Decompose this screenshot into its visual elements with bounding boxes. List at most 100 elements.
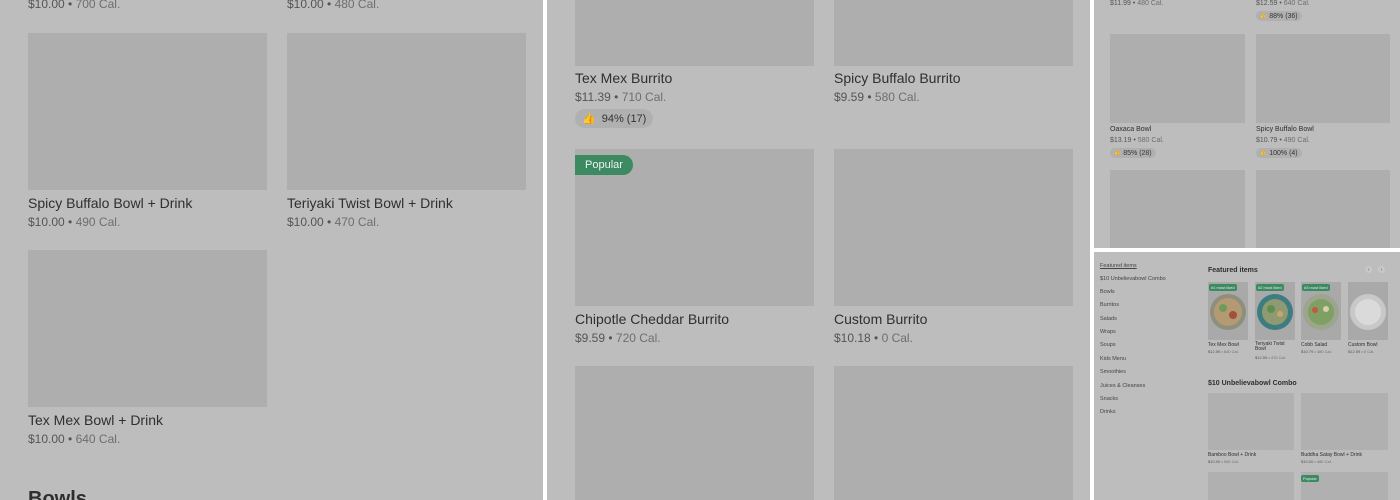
- item-name: Chipotle Cheddar Burrito: [575, 311, 730, 327]
- combo-heading: $10 Unbelievabowl Combo: [1208, 380, 1297, 387]
- empty-bowl-image: [1348, 282, 1388, 340]
- featured-item-card[interactable]: #2 most liked Teriyaki Twist Bowl $12.59…: [1255, 282, 1295, 360]
- burritos-panel: Tex Mex Burrito $11.39 • 710 Cal. 👍 94% …: [547, 0, 1090, 500]
- nav-drinks[interactable]: Drinks: [1100, 409, 1116, 415]
- item-image: [1301, 393, 1388, 450]
- carousel-next-button[interactable]: ›: [1378, 266, 1385, 273]
- item-meta: $10.79 • 480 Cal.: [1301, 349, 1332, 354]
- item-name: Teriyaki Twist Bowl + Drink: [287, 195, 453, 211]
- menu-item-card[interactable]: Spicy Buffalo Burrito $9.59 • 580 Cal.: [834, 0, 1073, 110]
- rating-badge: 👍 94% (17): [575, 109, 654, 128]
- rating-badge: 👍 100% (4): [1256, 148, 1302, 158]
- item-meta: $9.59 • 580 Cal.: [834, 90, 920, 104]
- item-meta: $10.79 • 490 Cal.: [1256, 137, 1310, 144]
- item-meta: $10.00 • 480 Cal.: [1301, 459, 1332, 464]
- item-name: Custom Bowl: [1348, 342, 1378, 348]
- menu-item-card[interactable]: Oaxaca Bowl $13.19 • 580 Cal. 👍 85% (28): [1110, 34, 1245, 159]
- combo-menu-panel: $10.00 • 700 Cal. $10.00 • 480 Cal. Spic…: [0, 0, 543, 500]
- item-meta: $10.00 • 640 Cal.: [28, 432, 121, 446]
- nav-combo[interactable]: $10 Unbelievabowl Combo: [1100, 276, 1166, 282]
- most-liked-badge: #1 most liked: [1209, 284, 1237, 291]
- featured-item-card[interactable]: #1 most liked Tex Mex Bowl $12.59 • 640 …: [1208, 282, 1248, 357]
- rating-badge: 👍 88% (36): [1256, 11, 1302, 21]
- item-name: Oaxaca Bowl: [1110, 126, 1152, 133]
- item-image[interactable]: [1256, 170, 1390, 248]
- section-heading-bowls: Bowls: [28, 488, 87, 500]
- item-meta: $13.19 • 580 Cal.: [1110, 137, 1164, 144]
- nav-snacks[interactable]: Snacks: [1100, 396, 1118, 402]
- most-liked-badge: #3 most liked: [1302, 284, 1330, 291]
- item-meta: $10.18 • 0 Cal.: [834, 331, 913, 345]
- nav-wraps[interactable]: Wraps: [1100, 329, 1116, 335]
- nav-kids-menu[interactable]: Kids Menu: [1100, 356, 1126, 362]
- item-image[interactable]: [1110, 170, 1245, 248]
- featured-items-heading: Featured items: [1208, 267, 1258, 274]
- item-name: Custom Burrito: [834, 311, 928, 327]
- item-image[interactable]: [834, 366, 1073, 500]
- item-meta: $12.59 • 470 Cal.: [1255, 355, 1286, 360]
- item-name: Spicy Buffalo Burrito: [834, 70, 961, 86]
- menu-item-card[interactable]: Tex Mex Burrito $11.39 • 710 Cal. 👍 94% …: [575, 0, 814, 130]
- thumbs-up-icon: 👍: [582, 113, 596, 125]
- item-image: [1110, 34, 1245, 123]
- nav-featured-items[interactable]: Featured items: [1100, 263, 1137, 269]
- item-image[interactable]: [1208, 472, 1294, 500]
- thumbs-up-icon: 👍: [1260, 13, 1267, 19]
- item-meta: $12.59 • 640 Cal.: [1208, 349, 1239, 354]
- item-name: Tex Mex Burrito: [575, 70, 673, 86]
- screenshot-collage: $10.00 • 700 Cal. $10.00 • 480 Cal. Spic…: [0, 0, 1400, 500]
- bowls-panel: $11.99 • 480 Cal. $12.59 • 640 Cal. 👍 88…: [1094, 0, 1400, 248]
- rating-badge: 👍 85% (28): [1110, 148, 1156, 158]
- nav-juices-cleanses[interactable]: Juices & Cleanses: [1100, 383, 1145, 389]
- store-menu-overview-panel: Featured items $10 Unbelievabowl Combo B…: [1094, 252, 1400, 500]
- nav-smoothies[interactable]: Smoothies: [1100, 369, 1126, 375]
- top-item-2-meta: $12.59 • 640 Cal.: [1256, 0, 1310, 7]
- item-meta: $11.39 • 710 Cal.: [575, 90, 667, 104]
- item-image: [28, 250, 267, 407]
- item-name: Cobb Salad: [1301, 342, 1328, 348]
- popular-badge: Popular: [575, 155, 633, 175]
- item-image: [287, 33, 526, 190]
- menu-item-card[interactable]: Teriyaki Twist Bowl + Drink $10.00 • 470…: [287, 33, 526, 233]
- carousel-prev-button[interactable]: ‹: [1365, 266, 1372, 273]
- item-name: Teriyaki Twist Bowl: [1255, 341, 1285, 352]
- item-name: Buddha Satay Bowl + Drink: [1301, 452, 1363, 458]
- item-name: Spicy Buffalo Bowl: [1256, 126, 1314, 133]
- item-image: [28, 33, 267, 190]
- item-meta: $10.00 • 540 Cal.: [1208, 459, 1239, 464]
- nav-bowls[interactable]: Bowls: [1100, 289, 1115, 295]
- menu-item-card[interactable]: Tex Mex Bowl + Drink $10.00 • 640 Cal.: [28, 250, 267, 450]
- top-item-1-meta: $10.00 • 700 Cal.: [28, 0, 121, 11]
- item-meta: $9.59 • 720 Cal.: [575, 331, 661, 345]
- item-name: Tex Mex Bowl + Drink: [28, 412, 163, 428]
- menu-item-card[interactable]: Spicy Buffalo Bowl $10.79 • 490 Cal. 👍 1…: [1256, 34, 1390, 159]
- most-liked-badge: #2 most liked: [1256, 284, 1284, 291]
- item-image: [575, 0, 814, 66]
- featured-item-card[interactable]: Custom Bowl $12.59 • 0 Cal.: [1348, 282, 1388, 357]
- thumbs-up-icon: 👍: [1260, 150, 1267, 156]
- nav-salads[interactable]: Salads: [1100, 316, 1117, 322]
- item-image: [1208, 393, 1294, 450]
- top-item-2-meta: $10.00 • 480 Cal.: [287, 0, 380, 11]
- item-name: Spicy Buffalo Bowl + Drink: [28, 195, 193, 211]
- menu-item-card[interactable]: Popular Chipotle Cheddar Burrito $9.59 •…: [575, 149, 814, 349]
- menu-item-card[interactable]: Buddha Satay Bowl + Drink $10.00 • 480 C…: [1301, 393, 1388, 468]
- popular-badge: Popular: [1301, 475, 1319, 482]
- item-image: [1256, 34, 1390, 123]
- thumbs-up-icon: 👍: [1114, 150, 1121, 156]
- nav-burritos[interactable]: Burritos: [1100, 302, 1119, 308]
- item-meta: $10.00 • 490 Cal.: [28, 215, 121, 229]
- item-image[interactable]: [575, 366, 814, 500]
- menu-item-card[interactable]: Custom Burrito $10.18 • 0 Cal.: [834, 149, 1073, 349]
- item-image: [834, 149, 1073, 306]
- featured-item-card[interactable]: #3 most liked Cobb Salad $10.79 • 480 Ca…: [1301, 282, 1341, 357]
- item-name: Tex Mex Bowl: [1208, 342, 1239, 348]
- item-meta: $10.00 • 470 Cal.: [287, 215, 380, 229]
- nav-soups[interactable]: Soups: [1100, 342, 1116, 348]
- item-name: Bamboo Bowl + Drink: [1208, 452, 1257, 458]
- menu-item-card[interactable]: Bamboo Bowl + Drink $10.00 • 540 Cal.: [1208, 393, 1294, 468]
- item-image: [834, 0, 1073, 66]
- menu-item-card[interactable]: Spicy Buffalo Bowl + Drink $10.00 • 490 …: [28, 33, 267, 233]
- top-item-1-meta: $11.99 • 480 Cal.: [1110, 0, 1164, 7]
- item-meta: $12.59 • 0 Cal.: [1348, 349, 1375, 354]
